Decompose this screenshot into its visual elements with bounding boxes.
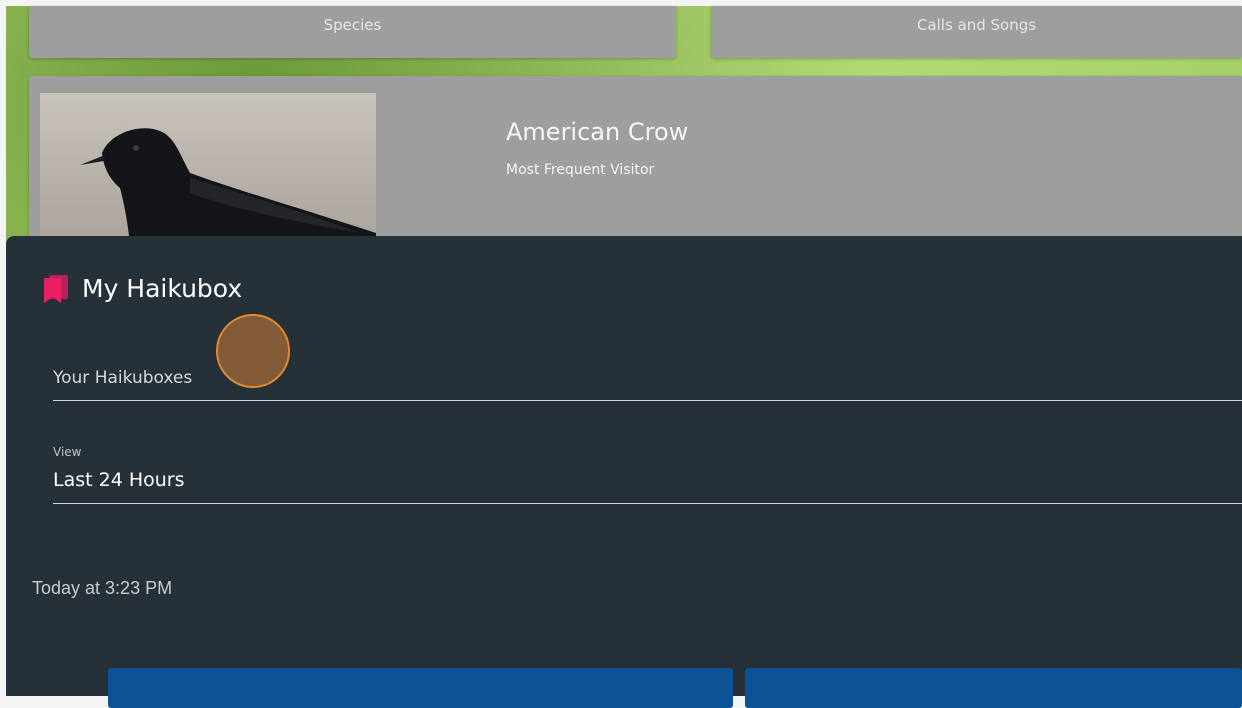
left-action-button[interactable] <box>108 668 733 708</box>
my-haikubox-panel: My Haikubox Your Haikuboxes View Last 24… <box>6 236 1242 708</box>
right-action-button[interactable] <box>745 668 1242 708</box>
calls-and-songs-tile[interactable]: Calls and Songs <box>711 6 1242 58</box>
calls-tile-label: Calls and Songs <box>916 16 1037 34</box>
species-tile[interactable]: Species <box>29 6 676 58</box>
species-tile-label: Species <box>323 16 382 34</box>
bookmark-icon <box>44 274 70 303</box>
panel-title: My Haikubox <box>44 274 242 303</box>
view-field-caption: View <box>53 445 82 459</box>
view-underline <box>53 503 1242 504</box>
click-indicator <box>216 314 290 388</box>
visitor-subtitle: Most Frequent Visitor <box>506 162 655 178</box>
view-select[interactable]: Last 24 Hours <box>53 469 185 491</box>
most-frequent-visitor-card[interactable]: American Crow Most Frequent Visitor <box>29 76 1242 246</box>
your-haikuboxes-select[interactable]: Your Haikuboxes <box>53 368 192 388</box>
crow-photo <box>40 93 376 246</box>
haikuboxes-underline <box>53 400 1242 401</box>
visitor-species-name: American Crow <box>506 118 689 146</box>
last-updated-timestamp: Today at 3:23 PM <box>32 578 173 598</box>
panel-title-text: My Haikubox <box>82 274 243 303</box>
